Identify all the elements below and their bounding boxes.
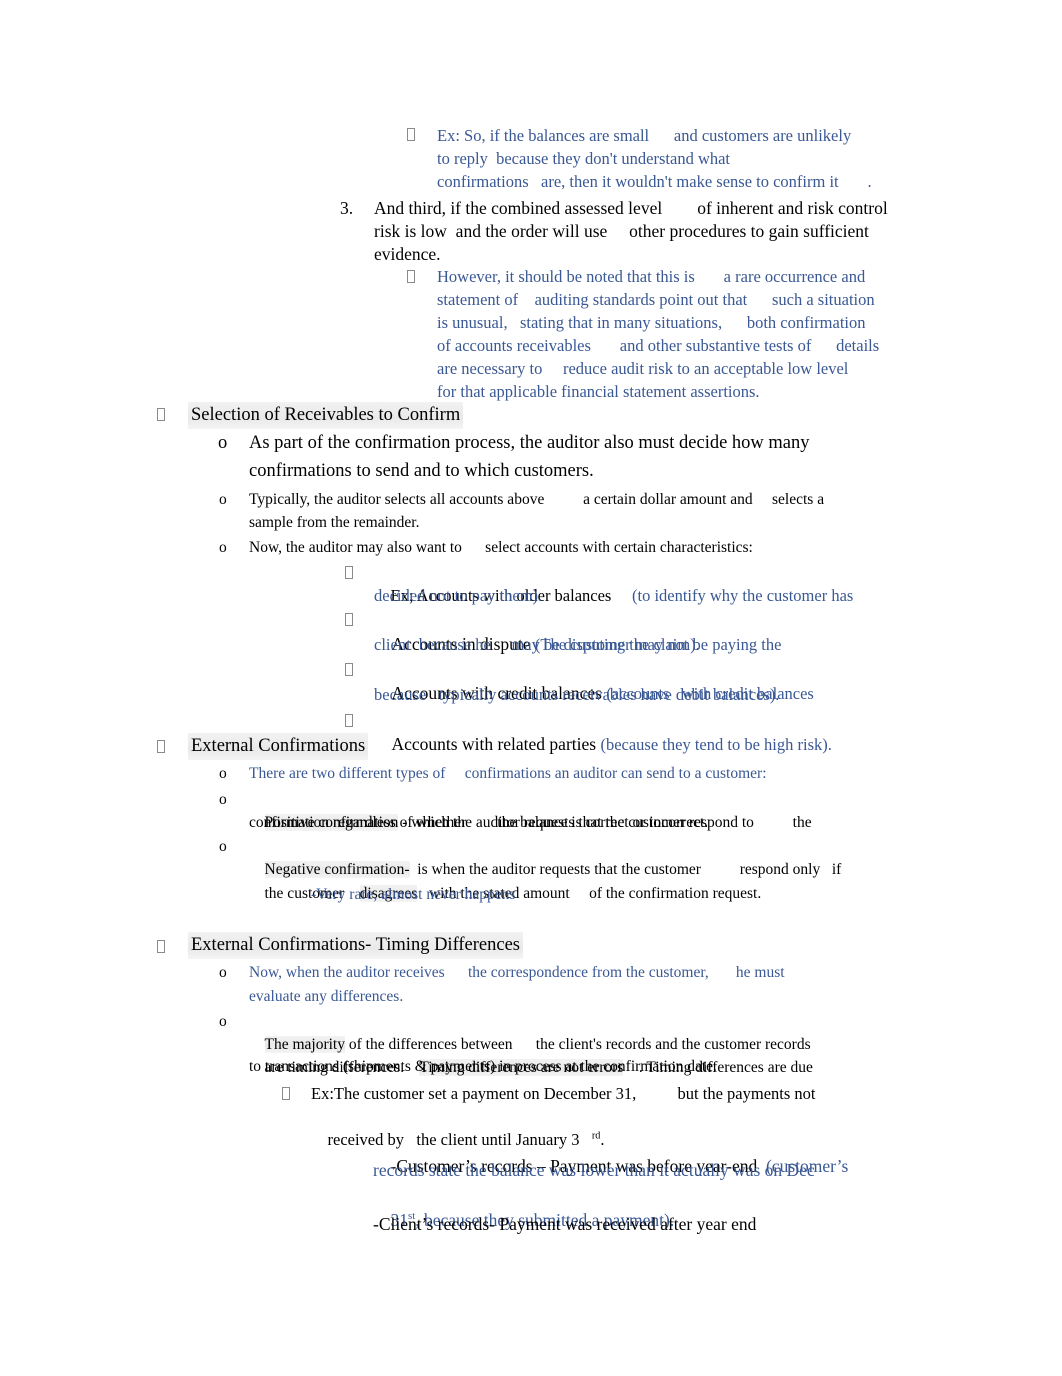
timing-b2-line-3: to transactions (shipments & payments) i… [249, 1058, 717, 1075]
however-line-1: However, it should be noted that this is… [437, 267, 866, 286]
sub-bullet-o-icon: o [219, 1013, 227, 1030]
sub-bullet-o-icon: o [219, 765, 227, 782]
selection-b1-line-2: confirmations to send and to which custo… [249, 461, 594, 481]
ex-balances-line-1: Ex: So, if the balances are small and cu… [437, 126, 852, 145]
external-b1: There are two different types of confirm… [249, 765, 767, 782]
bullet-glyph-icon [407, 270, 415, 283]
selection-heading: Selection of Receivables to Confirm [188, 402, 464, 429]
timing-b1-line-1: Now, when the auditor receives the corre… [249, 964, 785, 981]
timing-differences-heading: External Confirmations- Timing Differenc… [188, 932, 524, 959]
however-line-4: of accounts receivables and other substa… [437, 336, 880, 355]
sub-bullet-o-icon: o [219, 964, 227, 981]
ex-balances-line-2: to reply because they don't understand w… [437, 149, 731, 168]
timing-example-line-1: Ex:The customer set a payment on Decembe… [311, 1084, 816, 1103]
selection-b2-line-1: Typically, the auditor selects all accou… [249, 491, 825, 508]
bullet-glyph-icon [282, 1087, 290, 1100]
char-credit-balances-note-line2: because typically accounts receivables h… [374, 685, 780, 704]
timing-b1-line-2: evaluate any differences. [249, 988, 404, 1005]
list-number-3: 3. [340, 198, 354, 218]
sub-bullet-o-icon: o [218, 433, 228, 453]
char-older-balances-note-line2: decided not to pay them). [374, 586, 543, 605]
char-related-parties-term: Accounts with related parties [391, 734, 597, 754]
document-page: Ex: So, if the balances are small and cu… [0, 0, 1062, 1376]
external-confirmations-heading: External Confirmations [188, 733, 369, 760]
external-b3-note: -Very rare, almost never happens [311, 886, 516, 903]
bullet-glyph-icon [407, 128, 415, 141]
sub-bullet-o-icon: o [219, 838, 227, 855]
item3-line-2: risk is low and the order will use other… [374, 221, 869, 241]
char-dispute-note-line2: client because he may be disputing the c… [374, 635, 700, 654]
bullet-glyph-icon [345, 714, 353, 727]
sub-bullet-o-icon: o [219, 491, 227, 508]
bullet-glyph-icon [345, 663, 353, 676]
sub-bullet-o-icon: o [219, 791, 227, 808]
selection-b1-line-1: As part of the confirmation process, the… [249, 433, 810, 453]
however-line-6: for that applicable financial statement … [437, 382, 760, 401]
client-records-line: -Client’s records- Payment was received … [373, 1214, 757, 1234]
bullet-glyph-icon [157, 408, 165, 421]
bullet-glyph-icon [345, 613, 353, 626]
however-line-2: statement of auditing standards point ou… [437, 290, 875, 309]
however-line-3: is unusual, stating that in many situati… [437, 313, 866, 332]
char-related-parties-note: (because they tend to be high risk). [600, 735, 832, 754]
bullet-glyph-icon [157, 740, 165, 753]
bullet-glyph-icon [345, 566, 353, 579]
ex-balances-line-3: confirmations are, then it wouldn't make… [437, 172, 872, 191]
sub-bullet-o-icon: o [219, 539, 227, 556]
selection-b3-line-1: Now, the auditor may also want to select… [249, 539, 753, 556]
selection-b2-line-2: sample from the remainder. [249, 514, 420, 531]
item3-line-3: evidence. [374, 244, 441, 264]
bullet-glyph-icon [157, 940, 165, 953]
however-line-5: are necessary to reduce audit risk to an… [437, 359, 849, 378]
customer-records-note-line2: records state the balance was lower than… [373, 1160, 815, 1180]
external-b2-line-2: confirmation regardless of whether the b… [249, 814, 709, 831]
item3-line-1: And third, if the combined assessed leve… [374, 198, 888, 218]
